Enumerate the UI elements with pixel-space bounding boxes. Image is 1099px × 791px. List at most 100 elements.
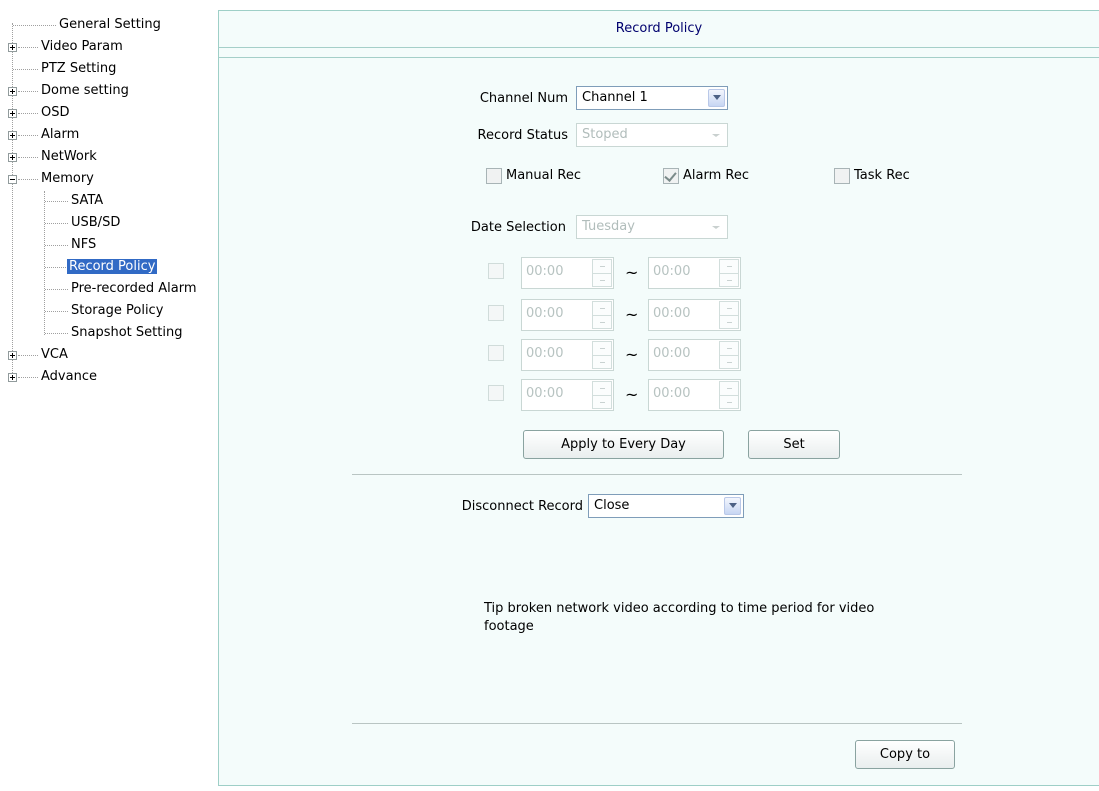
tree-item-sata[interactable]: SATA <box>69 190 105 211</box>
spinner-icon <box>719 301 739 329</box>
tree-item-storage-policy[interactable]: Storage Policy <box>69 300 165 321</box>
tree-item-ptz-setting[interactable]: PTZ Setting <box>39 58 118 79</box>
footer-divider <box>352 723 962 724</box>
tree-item-alarm[interactable]: Alarm <box>39 124 81 145</box>
tree-item-network[interactable]: NetWork <box>39 146 99 167</box>
tree-connector <box>18 355 38 356</box>
check-icon <box>664 169 677 182</box>
spinner-icon <box>592 259 612 287</box>
expand-plus-icon[interactable] <box>8 373 17 382</box>
period-end-time: 00:00 <box>648 257 741 289</box>
manual-rec-checkbox[interactable] <box>486 168 502 184</box>
date-selection-value: Tuesday <box>582 219 635 234</box>
settings-tree: General Setting Video Param PTZ Setting … <box>8 11 206 791</box>
expand-plus-icon[interactable] <box>8 153 17 162</box>
tree-connector <box>18 47 38 48</box>
tree-connector <box>45 223 68 224</box>
tree-connector <box>18 135 38 136</box>
tree-item-general-setting[interactable]: General Setting <box>57 14 163 35</box>
task-rec-label: Task Rec <box>854 168 910 183</box>
chevron-down-icon[interactable] <box>708 89 725 107</box>
range-separator: ~ <box>625 263 639 282</box>
tree-item-pre-recorded-alarm[interactable]: Pre-recorded Alarm <box>69 278 199 299</box>
period-end-time: 00:00 <box>648 339 741 371</box>
expand-plus-icon[interactable] <box>8 131 17 140</box>
tree-connector <box>45 333 68 334</box>
tree-connector <box>18 157 38 158</box>
tree-connector <box>18 377 38 378</box>
range-separator: ~ <box>625 305 639 324</box>
expand-plus-icon[interactable] <box>8 351 17 360</box>
tip-text: Tip broken network video according to ti… <box>484 601 875 634</box>
expand-plus-icon[interactable] <box>8 109 17 118</box>
tree-item-nfs[interactable]: NFS <box>69 234 98 255</box>
period-start-time: 00:00 <box>521 299 614 331</box>
tree-connector <box>45 245 68 246</box>
date-selection-select: Tuesday <box>576 215 728 239</box>
apply-to-every-day-button[interactable]: Apply to Every Day <box>523 430 724 459</box>
spinner-icon <box>719 381 739 409</box>
tree-item-memory[interactable]: Memory <box>39 168 96 189</box>
channel-num-select[interactable]: Channel 1 <box>576 86 728 110</box>
disconnect-record-label: Disconnect Record <box>461 499 583 514</box>
task-rec-checkbox[interactable] <box>834 168 850 184</box>
period-checkbox <box>488 305 504 321</box>
range-separator: ~ <box>625 385 639 404</box>
tree-item-advance[interactable]: Advance <box>39 366 99 387</box>
disconnect-record-select[interactable]: Close <box>588 494 744 518</box>
tree-item-snapshot-setting[interactable]: Snapshot Setting <box>69 322 184 343</box>
period-start-time: 00:00 <box>521 257 614 289</box>
period-end-time: 00:00 <box>648 299 741 331</box>
tree-item-usb-sd[interactable]: USB/SD <box>69 212 122 233</box>
channel-num-label: Channel Num <box>479 91 568 106</box>
period-checkbox <box>488 385 504 401</box>
disconnect-record-value: Close <box>594 498 630 513</box>
period-start-time: 00:00 <box>521 379 614 411</box>
section-divider <box>352 474 962 475</box>
expand-plus-icon[interactable] <box>8 87 17 96</box>
tree-connector <box>13 69 38 70</box>
chevron-down-icon <box>708 218 725 236</box>
period-checkbox <box>488 263 504 279</box>
channel-num-value: Channel 1 <box>582 90 648 105</box>
chevron-down-icon[interactable] <box>724 497 741 515</box>
tree-item-osd[interactable]: OSD <box>39 102 72 123</box>
tree-connector <box>45 289 68 290</box>
record-status-value: Stoped <box>582 127 628 142</box>
tree-connector <box>18 113 38 114</box>
tree-item-vca[interactable]: VCA <box>39 344 70 365</box>
tree-connector <box>18 179 38 180</box>
period-start-time: 00:00 <box>521 339 614 371</box>
tree-connector <box>44 191 45 335</box>
tree-item-dome-setting[interactable]: Dome setting <box>39 80 131 101</box>
record-status-label: Record Status <box>477 128 568 143</box>
tree-connector <box>12 23 13 377</box>
tree-item-video-param[interactable]: Video Param <box>39 36 125 57</box>
panel-title: Record Policy <box>219 11 1099 48</box>
spinner-icon <box>719 341 739 369</box>
copy-to-button[interactable]: Copy to <box>855 740 955 769</box>
spinner-icon <box>592 381 612 409</box>
alarm-rec-label: Alarm Rec <box>683 168 749 183</box>
date-selection-label: Date Selection <box>470 220 566 235</box>
panel-divider <box>219 57 1099 58</box>
alarm-rec-checkbox[interactable] <box>663 168 679 184</box>
record-status-select: Stoped <box>576 123 728 147</box>
expand-plus-icon[interactable] <box>8 43 17 52</box>
range-separator: ~ <box>625 345 639 364</box>
set-button[interactable]: Set <box>748 430 840 459</box>
tree-item-record-policy[interactable]: Record Policy <box>67 256 158 277</box>
spinner-icon <box>719 259 739 287</box>
spinner-icon <box>592 341 612 369</box>
tree-connector <box>13 25 56 26</box>
chevron-down-icon <box>708 126 725 144</box>
tree-connector <box>18 91 38 92</box>
collapse-minus-icon[interactable] <box>8 175 17 184</box>
spinner-icon <box>592 301 612 329</box>
tree-connector <box>45 311 68 312</box>
tree-connector <box>45 267 68 268</box>
manual-rec-label: Manual Rec <box>506 168 581 183</box>
period-checkbox <box>488 345 504 361</box>
period-end-time: 00:00 <box>648 379 741 411</box>
tree-connector <box>45 201 68 202</box>
